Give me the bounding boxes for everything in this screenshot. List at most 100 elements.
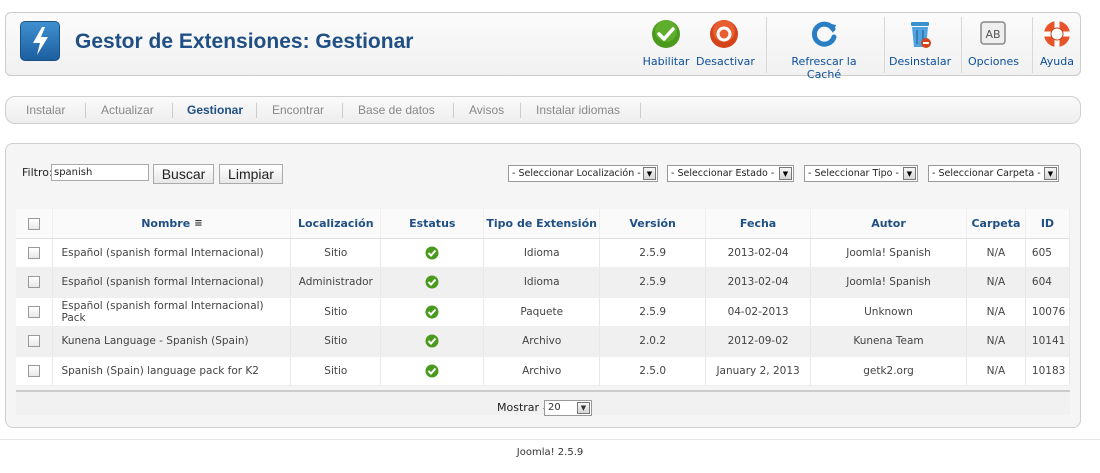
extension-location: Sitio xyxy=(290,356,382,386)
tab-update[interactable]: Actualizar xyxy=(101,103,154,117)
table-header-row: Nombre ≡ Localización Estatus Tipo de Ext… xyxy=(16,209,1071,239)
extension-location: Sitio xyxy=(290,326,382,357)
extension-date: 2013-02-04 xyxy=(705,238,812,268)
table-row: Kunena Language - Spanish (Spain) Sitio … xyxy=(16,326,1071,357)
extension-version: 2.5.9 xyxy=(599,238,707,268)
select-location-value: - Seleccionar Localización - xyxy=(512,168,641,179)
uninstall-label: Desinstalar xyxy=(889,55,952,68)
select-type-value: - Seleccionar Tipo - xyxy=(808,168,899,179)
help-button[interactable]: Ayuda xyxy=(1036,19,1078,71)
row-select xyxy=(16,356,54,386)
extensions-table: Nombre ≡ Localización Estatus Tipo de Ext… xyxy=(16,209,1071,386)
select-status[interactable]: - Seleccionar Estado - ▼ xyxy=(667,165,794,182)
column-location[interactable]: Localización xyxy=(290,209,382,239)
extension-name: Español (spanish formal Internacional) xyxy=(52,238,292,268)
enabled-check-icon[interactable] xyxy=(425,305,439,319)
search-button[interactable]: Buscar xyxy=(153,164,214,184)
toolbar: Gestor de Extensiones: Gestionar Habilit… xyxy=(5,12,1081,81)
tab-install[interactable]: Instalar xyxy=(26,103,65,117)
extension-status xyxy=(380,356,485,386)
extension-id: 10141 xyxy=(1025,326,1071,357)
row-checkbox[interactable] xyxy=(28,335,41,348)
table-row: Español (spanish formal Internacional) S… xyxy=(16,238,1071,268)
extension-type: Paquete xyxy=(483,297,601,327)
chevron-down-icon: ▼ xyxy=(643,167,656,180)
column-name-label: Nombre xyxy=(141,216,191,230)
enable-button[interactable]: Habilitar xyxy=(642,19,690,71)
filter-input[interactable] xyxy=(51,164,149,181)
row-checkbox[interactable] xyxy=(28,276,41,289)
options-button[interactable]: AB Opciones xyxy=(968,19,1019,71)
disable-button[interactable]: Desactivar xyxy=(696,19,755,71)
select-location[interactable]: - Seleccionar Localización - ▼ xyxy=(508,165,658,182)
extension-id: 10183 xyxy=(1025,356,1071,386)
tab-manage[interactable]: Gestionar xyxy=(187,103,243,117)
extension-folder: N/A xyxy=(966,238,1026,268)
table-row: Español (spanish formal Internacional) P… xyxy=(16,297,1071,327)
extension-date: 2013-02-04 xyxy=(705,267,812,298)
extension-type: Idioma xyxy=(483,267,601,298)
column-date[interactable]: Fecha xyxy=(705,209,812,239)
column-type[interactable]: Tipo de Extensión xyxy=(483,209,601,239)
extension-name: Kunena Language - Spanish (Spain) xyxy=(52,326,292,357)
column-folder[interactable]: Carpeta xyxy=(966,209,1026,239)
row-checkbox[interactable] xyxy=(28,305,41,318)
submenu-divider xyxy=(85,103,86,118)
extension-folder: N/A xyxy=(966,326,1026,357)
enabled-check-icon[interactable] xyxy=(425,275,439,289)
extension-status xyxy=(380,326,485,357)
refresh-cache-button[interactable]: Refrescar la Caché xyxy=(774,19,874,81)
stop-circle-icon xyxy=(710,20,738,48)
submenu-divider xyxy=(256,103,257,118)
tab-warnings[interactable]: Avisos xyxy=(469,103,504,117)
extension-id: 605 xyxy=(1025,238,1071,268)
version-footer: Joomla! 2.5.9 xyxy=(516,447,584,458)
extension-type: Archivo xyxy=(483,356,601,386)
extension-status xyxy=(380,297,485,327)
extension-author: Joomla! Spanish xyxy=(810,238,967,268)
table-row: Español (spanish formal Internacional) A… xyxy=(16,267,1071,298)
help-label: Ayuda xyxy=(1040,55,1074,68)
extension-version: 2.0.2 xyxy=(599,326,707,357)
clear-button[interactable]: Limpiar xyxy=(219,164,283,184)
row-checkbox[interactable] xyxy=(28,246,41,259)
extension-version: 2.5.0 xyxy=(599,356,707,386)
enabled-check-icon[interactable] xyxy=(425,246,439,260)
tab-database[interactable]: Base de datos xyxy=(358,103,435,117)
extension-author: Kunena Team xyxy=(810,326,967,357)
column-author[interactable]: Autor xyxy=(810,209,967,239)
extension-location: Sitio xyxy=(290,297,382,327)
uninstall-button[interactable]: Desinstalar xyxy=(889,19,951,71)
row-checkbox[interactable] xyxy=(28,364,41,377)
toolbar-divider xyxy=(961,17,962,73)
column-version[interactable]: Versión xyxy=(599,209,707,239)
extension-name: Spanish (Spain) language pack for K2 xyxy=(52,356,292,386)
column-status[interactable]: Estatus xyxy=(380,209,485,239)
table-row: Spanish (Spain) language pack for K2 Sit… xyxy=(16,356,1071,386)
show-count-select[interactable]: 20 ▼ xyxy=(544,400,592,416)
extension-id: 604 xyxy=(1025,267,1071,298)
chevron-down-icon: ▼ xyxy=(577,402,590,414)
extension-manager-icon xyxy=(20,21,60,61)
submenu: Instalar Actualizar Gestionar Encontrar … xyxy=(5,96,1081,124)
extensions-panel: Filtro: Buscar Limpiar - Seleccionar Loc… xyxy=(5,143,1081,428)
extension-location: Administrador xyxy=(290,267,382,298)
column-name[interactable]: Nombre ≡ xyxy=(52,209,292,239)
tab-discover[interactable]: Encontrar xyxy=(272,103,324,117)
toolbar-divider xyxy=(766,17,767,73)
extension-version: 2.5.9 xyxy=(599,267,707,298)
refresh-cache-label: Refrescar la Caché xyxy=(791,55,857,81)
sort-ascending-icon: ≡ xyxy=(194,218,203,230)
pagination-bar: Mostrar # 20 ▼ xyxy=(16,390,1070,416)
row-select xyxy=(16,326,54,357)
select-folder[interactable]: - Seleccionar Carpeta - ▼ xyxy=(928,165,1059,182)
tab-install-languages[interactable]: Instalar idiomas xyxy=(536,103,620,117)
select-type[interactable]: - Seleccionar Tipo - ▼ xyxy=(804,165,918,182)
enabled-check-icon[interactable] xyxy=(425,334,439,348)
column-id[interactable]: ID xyxy=(1025,209,1071,239)
extension-date: 2012-09-02 xyxy=(705,326,812,357)
select-all-checkbox[interactable] xyxy=(28,217,41,230)
extension-version: 2.5.9 xyxy=(599,297,707,327)
enabled-check-icon[interactable] xyxy=(425,364,439,378)
page-title: Gestor de Extensiones: Gestionar xyxy=(75,30,414,53)
